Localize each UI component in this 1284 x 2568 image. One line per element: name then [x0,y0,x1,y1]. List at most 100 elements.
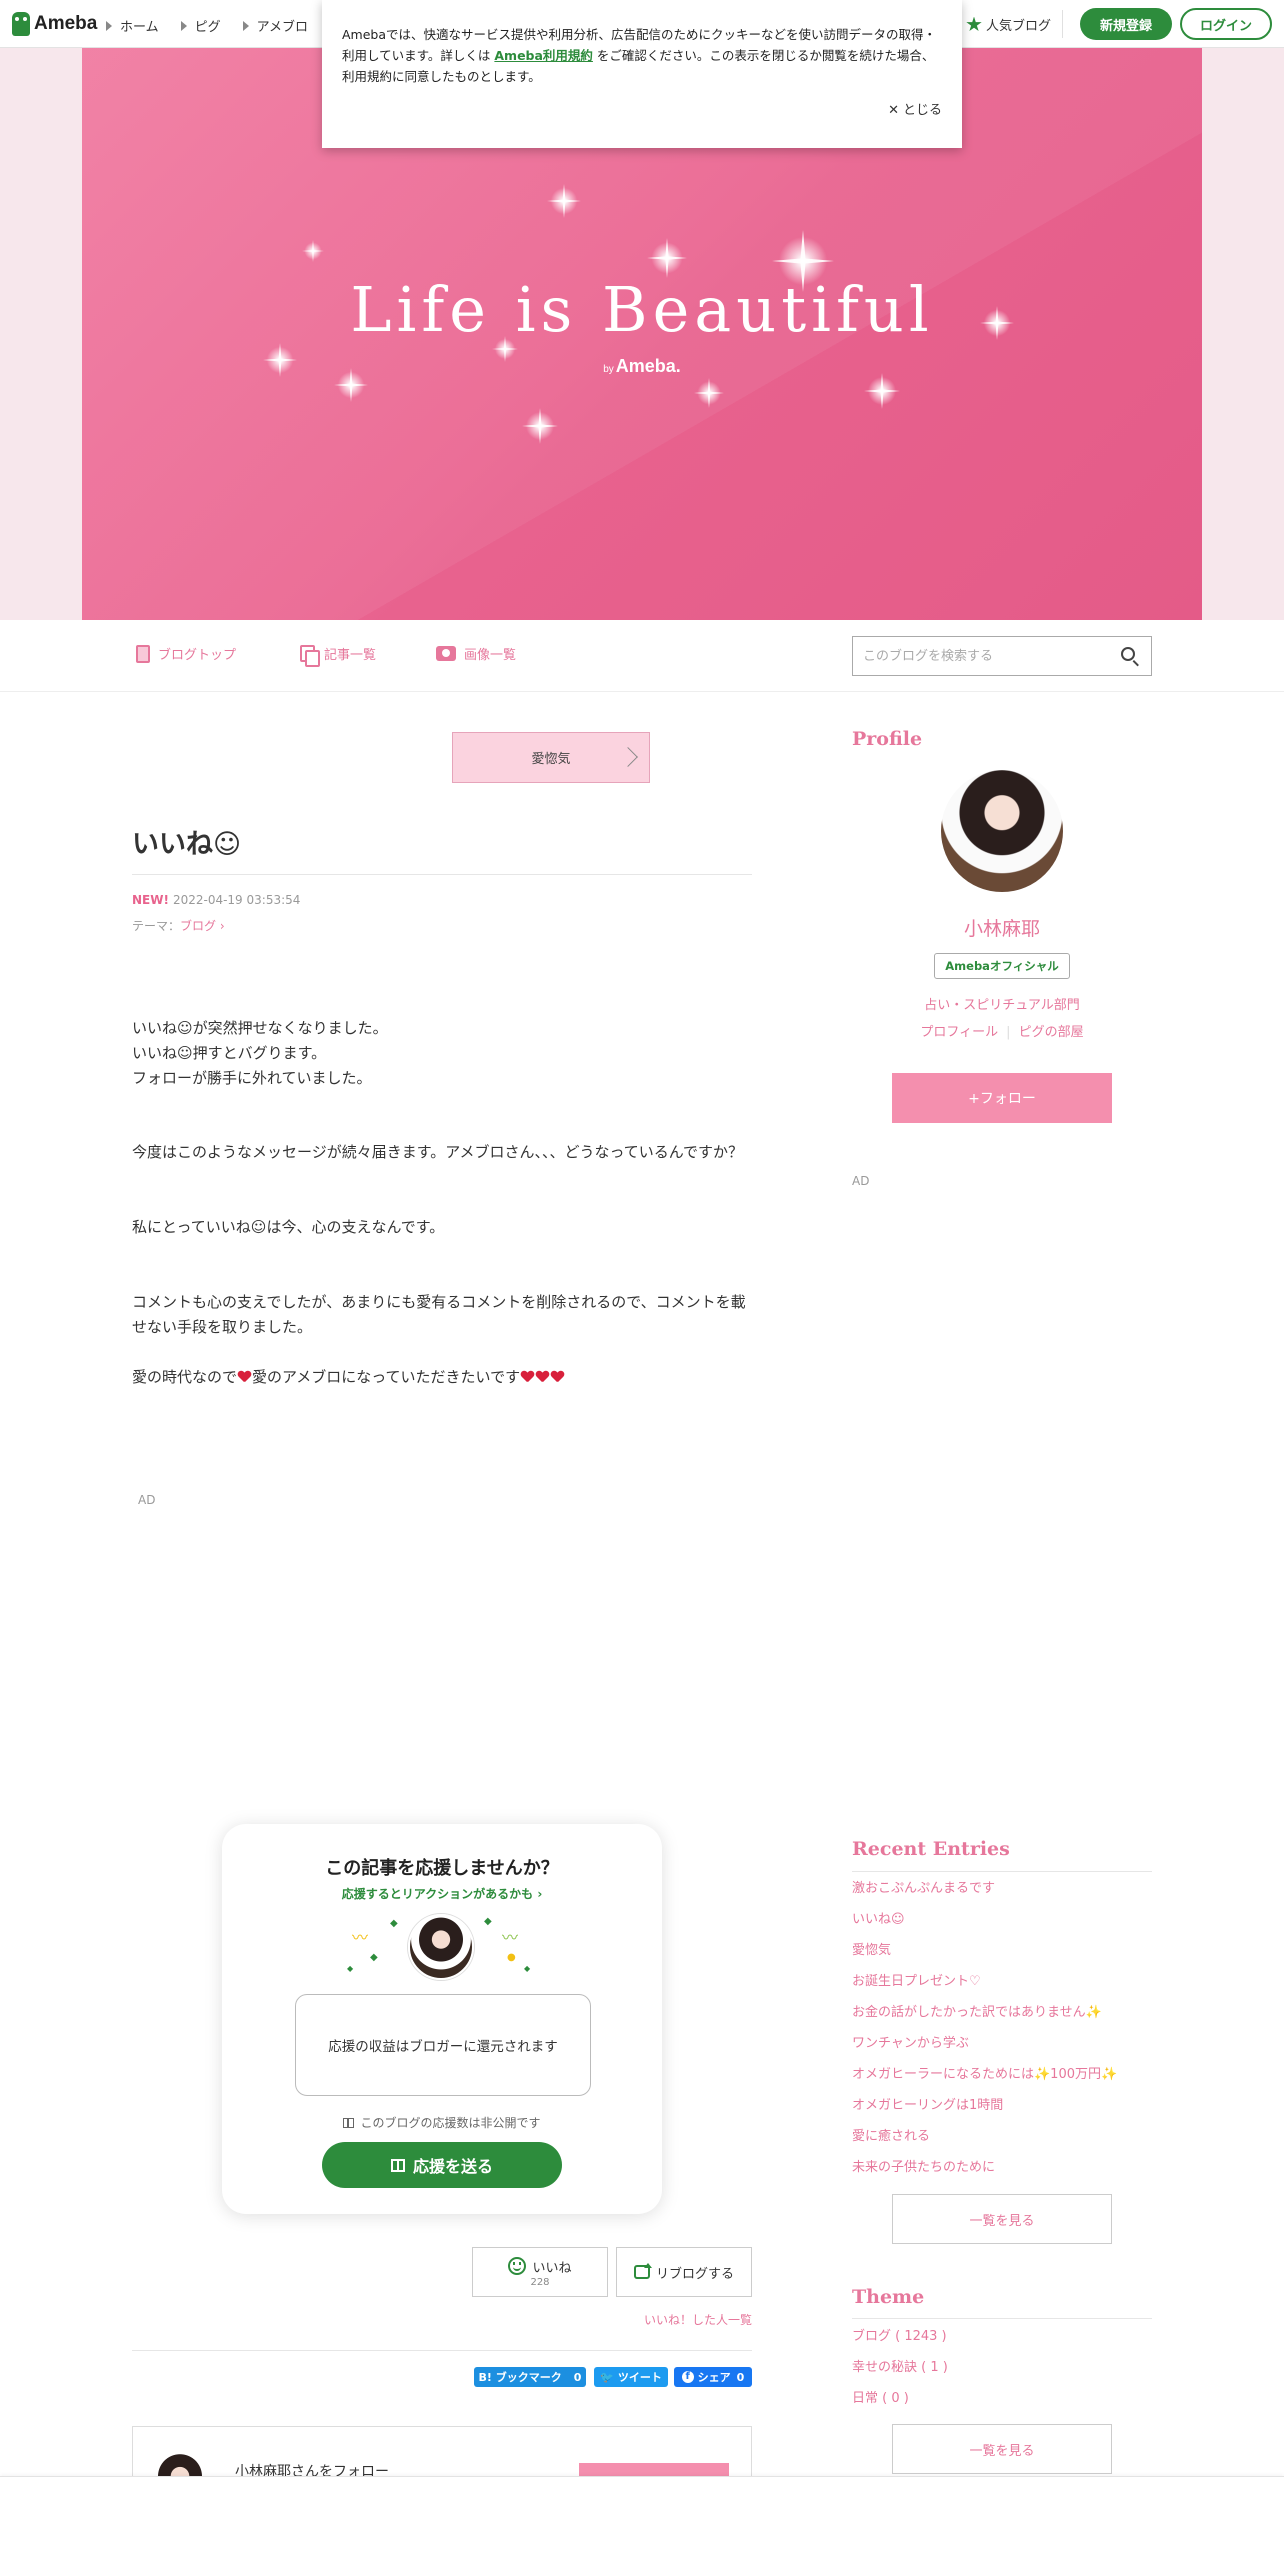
cookie-close-button[interactable]: ✕ とじる [888,100,942,121]
sparkle-icon [492,336,518,362]
theme-badge-label: 愛惚気 [531,752,571,767]
hero-by-word: by [603,364,614,375]
like-button[interactable]: いいね 228 [472,2247,608,2297]
entry-paragraph: いいね☺︎が突然押せなくなりました。 いいね☺︎押すとバグります。 フォローが勝… [132,1016,754,1091]
profile-link[interactable]: プロフィール [920,1025,998,1040]
ameba-logo-text: Ameba [34,13,98,34]
recent-entry-link[interactable]: ワンチャンから学ぶ [852,2032,1117,2063]
heart-icon [536,1371,549,1383]
entry-line: フォローが勝手に外れていました。 [132,1069,372,1087]
close-icon: ✕ [888,103,899,118]
entry-title: いいね☺︎ [132,829,242,860]
recent-entry-link[interactable]: オメガヒーラーになるためには✨100万円✨ [852,2063,1117,2094]
blog-search [852,636,1152,676]
theme-divider [852,2318,1152,2319]
recent-entry-link[interactable]: 愛惚気 [852,1939,1117,1970]
liked-users-link[interactable]: いいね！した人一覧 [644,2311,752,2328]
sparkle-icon [547,184,581,218]
recent-entry-link[interactable]: オメガヒーリングは1時間 [852,2094,1117,2125]
camera-icon [436,646,456,661]
hatena-bookmark-button[interactable]: B! ブックマーク 0 [474,2367,586,2387]
confetti-icon: ◆ [484,1916,492,1927]
header-divider [1062,10,1063,38]
entry-text: 愛のアメブロになっていただきたいです [252,1368,521,1386]
nav-image-list[interactable]: 画像一覧 [436,644,516,663]
profile-heading: Profile [852,728,923,750]
support-message-box: 応援の収益はブロガーに還元されます [295,1994,591,2096]
recent-entry-link[interactable]: 未来の子供たちのために [852,2156,1117,2187]
ameba-logo-icon [12,12,30,36]
theme-badge-button[interactable]: 愛惚気 [452,732,650,783]
login-button[interactable]: ログイン [1180,8,1272,40]
send-support-button[interactable]: 応援を送る [322,2142,562,2188]
heart-icon [238,1371,251,1383]
theme-link[interactable]: 幸せの秘訣 ( 1 ) [852,2356,948,2387]
reblog-button[interactable]: リブログする [616,2247,752,2297]
support-card: この記事を応援しませんか？ 応援するとリアクションがあるかも › 〰 ◆ ◆ ◆… [222,1824,662,2214]
hatena-count: 0 [573,2370,582,2384]
hero-title: Life is Beautiful [350,273,934,346]
send-support-label: 応援を送る [412,2157,493,2176]
smile-icon [508,2257,527,2275]
entry-paragraph: 愛の時代なので 愛のアメブロになっていただきたいです [132,1365,754,1390]
theme-link[interactable]: ブログ ( 1243 ) [852,2325,948,2356]
nav-ameblo-label: アメブロ [256,20,308,35]
nav-image-list-label: 画像一覧 [464,648,517,663]
confetti-icon: ◆ [370,1952,378,1963]
recent-entry-link[interactable]: お誕生日プレゼント♡ [852,1970,1117,2001]
nav-pigg[interactable]: ピグ [180,16,221,35]
entry-theme-link[interactable]: ブログ [180,919,216,933]
terms-link[interactable]: Ameba利用規約 [494,48,593,63]
support-note-label: このブログの応援数は非公開です [360,2116,541,2130]
facebook-share-button[interactable]: f シェア 0 [674,2367,752,2387]
recent-entry-link[interactable]: 愛に癒される [852,2125,1117,2156]
new-badge: NEW! [132,893,169,907]
entry-theme: テーマ：ブログ › [132,917,225,934]
sparkle-icon [980,306,1014,340]
recent-entry-link[interactable]: お金の話がしたかった訳ではありません✨ [852,2001,1117,2032]
official-badge: Amebaオフィシャル [934,953,1070,979]
title-divider [132,874,752,875]
search-input[interactable] [853,637,1103,675]
heart-icon [551,1371,564,1383]
nav-entry-list[interactable]: 記事一覧 [300,644,376,667]
recent-entries-more-button[interactable]: 一覧を見る [892,2194,1112,2244]
chevron-right-icon [618,747,638,767]
follow-button[interactable]: +フォロー [892,1073,1112,1123]
profile-avatar[interactable] [941,770,1063,892]
profile-links: プロフィール | ピグの部屋 [852,1021,1152,1040]
caret-right-icon [242,20,249,31]
recent-entry-link[interactable]: 激おこぷんぷんまるです [852,1877,1117,1908]
facebook-icon: f [681,2371,694,2383]
recent-entry-link[interactable]: いいね☺︎ [852,1908,1117,1939]
hero-brand: Ameba. [615,356,681,376]
nav-ameblo[interactable]: アメブロ [242,16,308,35]
theme-heading: Theme [852,2286,925,2308]
profile-name[interactable]: 小林麻耶 [852,914,1152,941]
link-separator: | [1006,1025,1011,1040]
sparkle-icon [864,373,900,409]
confetti-icon: ● [507,1952,516,1963]
pigg-room-link[interactable]: ピグの部屋 [1019,1025,1084,1040]
sparkle-icon [302,240,324,262]
theme-more-button[interactable]: 一覧を見る [892,2424,1112,2474]
search-icon[interactable] [1121,647,1135,661]
reblog-icon [633,2263,652,2279]
like-label: いいね [532,2260,572,2276]
theme-link[interactable]: 日常 ( 0 ) [852,2387,948,2418]
entry-paragraph: 私にとっていいね☺︎は今、心の支えなんです。 [132,1218,445,1236]
recent-entries-divider [852,1871,1152,1872]
register-button[interactable]: 新規登録 [1080,8,1172,40]
gift-icon [343,2118,355,2128]
nav-blog-top[interactable]: ブログトップ [136,644,236,663]
ameba-logo[interactable]: Ameba [12,12,97,36]
entry-theme-label: テーマ： [132,919,181,933]
ranking-category-link[interactable]: 占い・スピリチュアル部門 [852,994,1152,1013]
caret-right-icon [106,20,112,31]
confetti-icon: ◆ [347,1964,354,1973]
cookie-notice: Amebaでは、快適なサービス提供や利用分析、広告配信のためにクッキーなどを使い… [322,0,962,148]
support-subtitle-link[interactable]: 応援するとリアクションがあるかも › [222,1885,662,1902]
nav-home[interactable]: ホーム [106,16,159,35]
tweet-button[interactable]: 🐦 ツイート [594,2367,668,2387]
popular-blogs-link[interactable]: 人気ブログ [966,15,1051,34]
